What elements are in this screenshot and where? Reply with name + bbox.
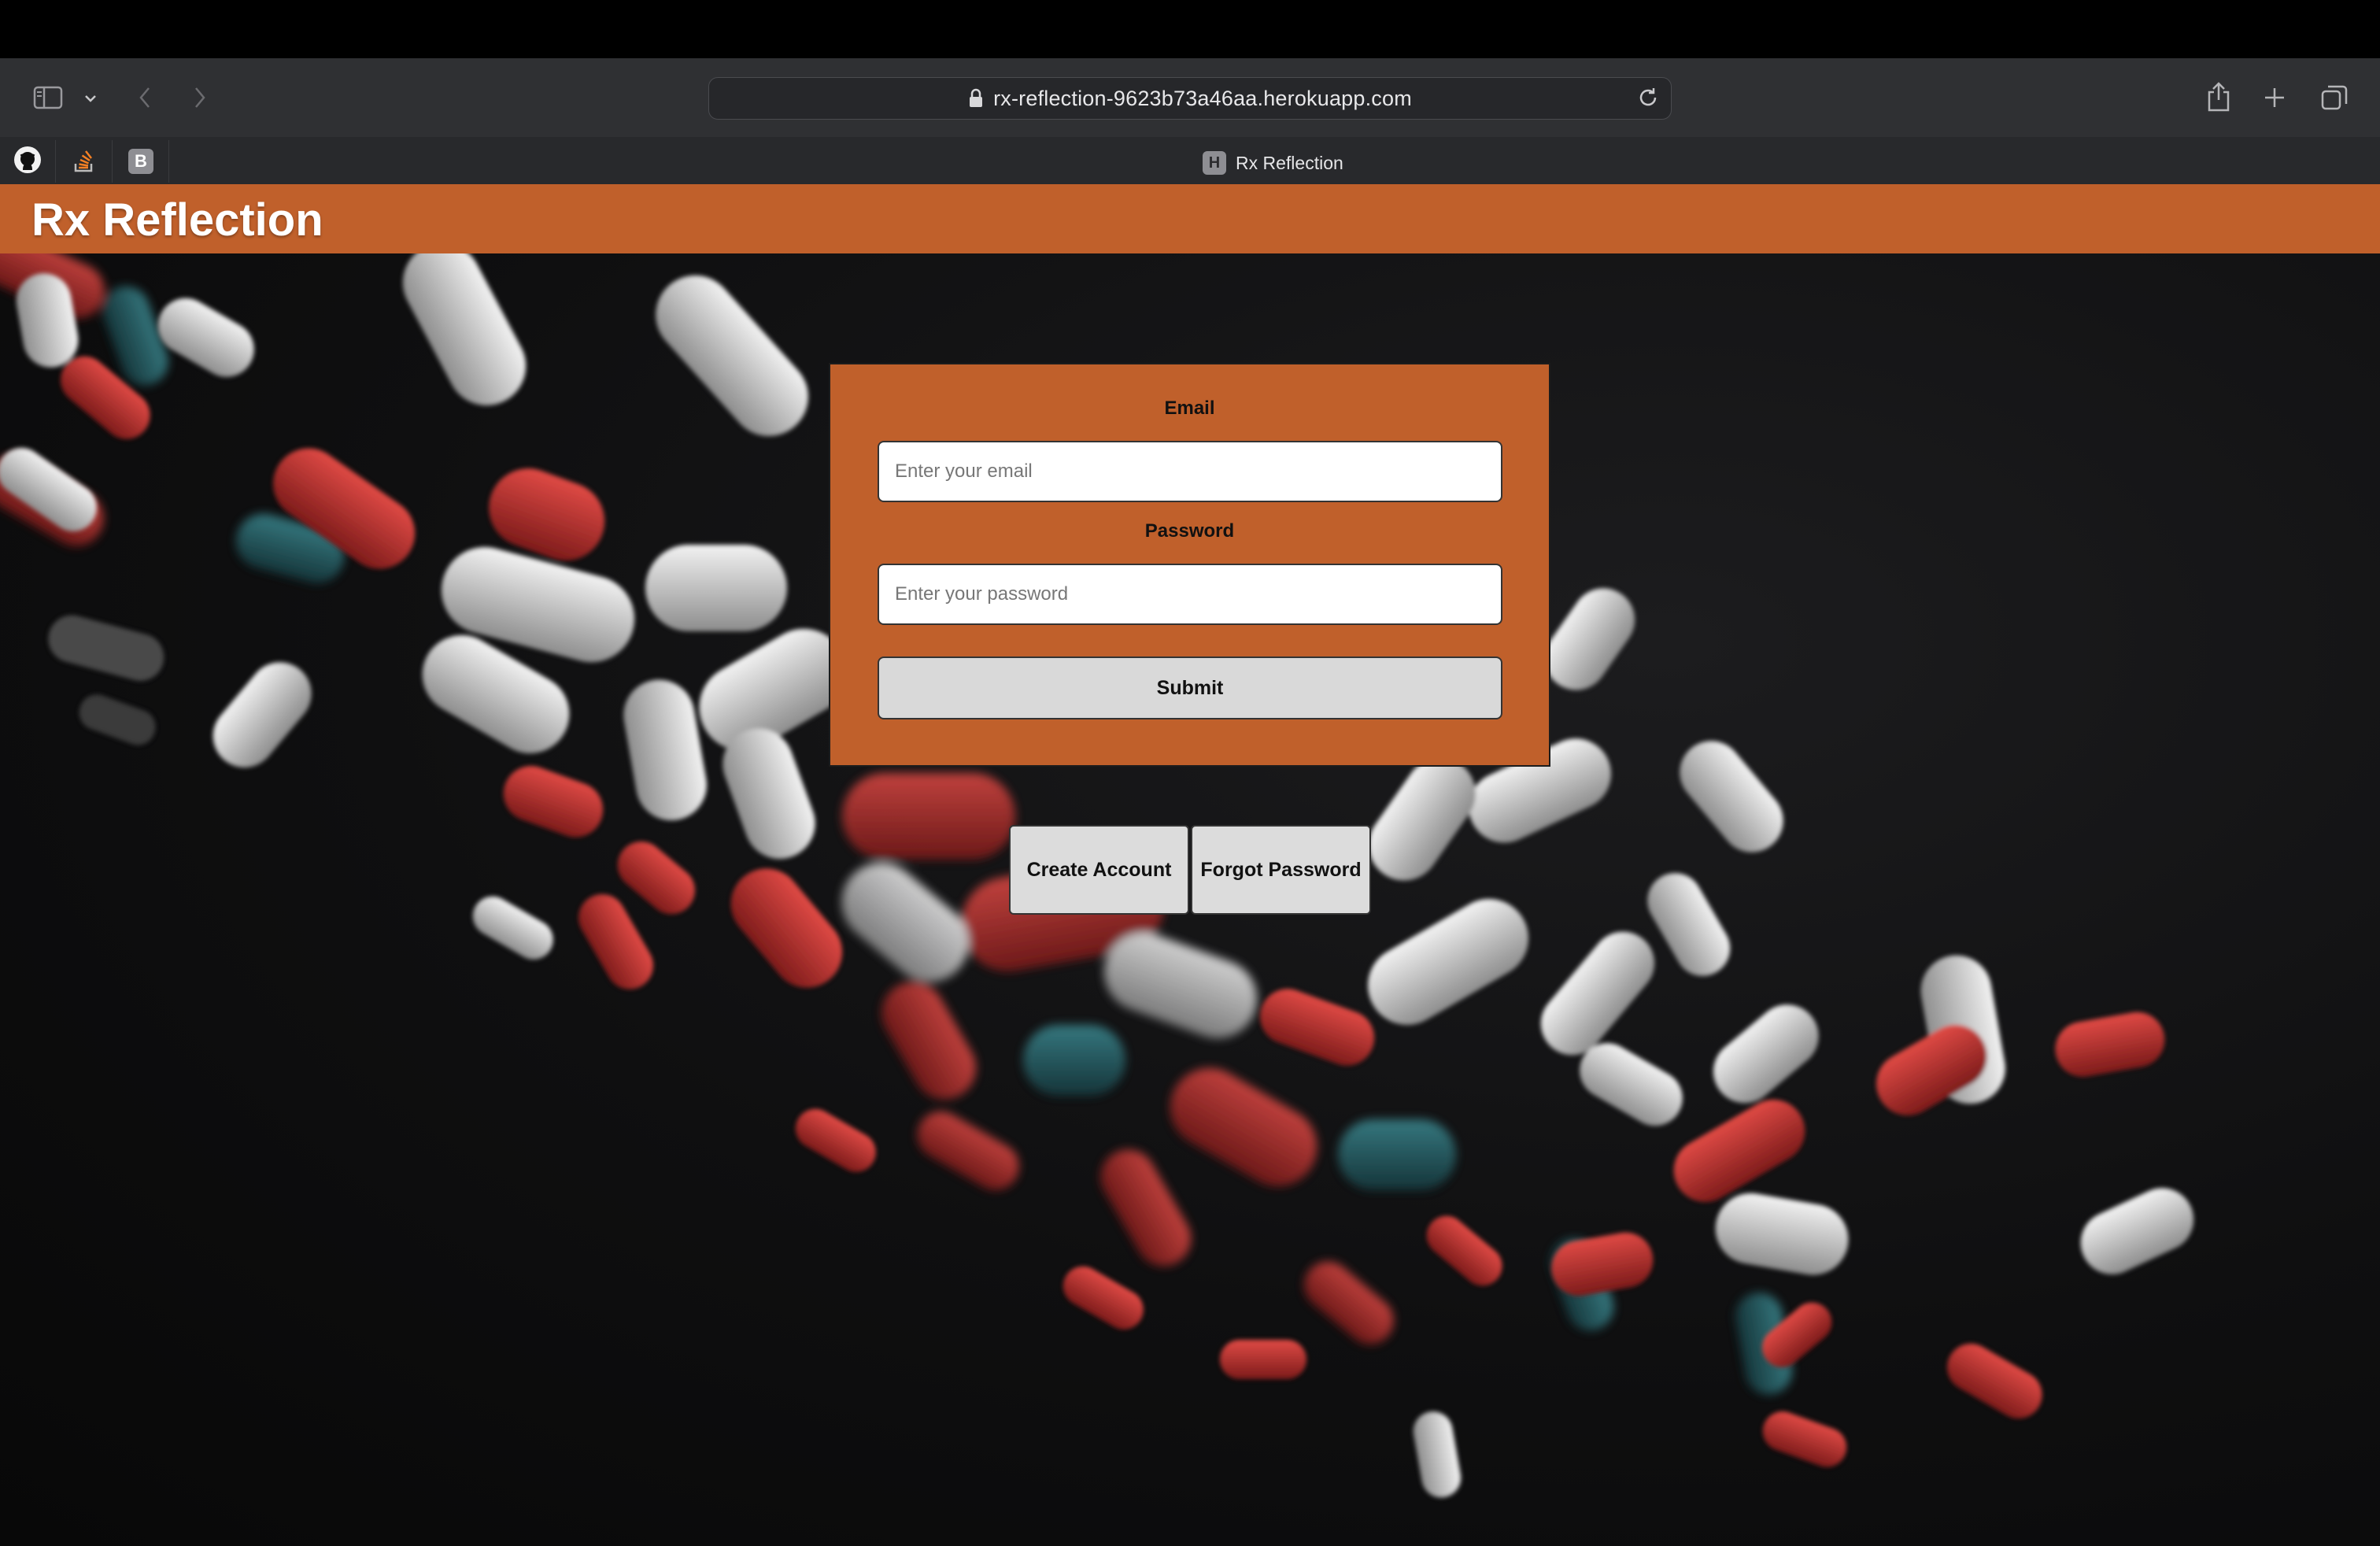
share-icon[interactable] (2202, 79, 2235, 115)
email-label: Email (1164, 398, 1215, 419)
tab-bar: B H Rx Reflection (0, 137, 2380, 184)
lock-icon (968, 88, 984, 109)
system-menu-bar (0, 0, 2380, 58)
create-account-button[interactable]: Create Account (1009, 825, 1189, 915)
address-bar[interactable]: rx-reflection-9623b73a46aa.herokuapp.com (708, 77, 1672, 120)
pinned-tab-stackoverflow[interactable] (57, 140, 113, 183)
tab-overview-icon[interactable] (2317, 80, 2352, 115)
pinned-tab-github[interactable] (0, 140, 56, 183)
github-icon (13, 146, 42, 178)
url-text: rx-reflection-9623b73a46aa.herokuapp.com (993, 86, 1412, 110)
login-form: Email Password Submit (829, 363, 1550, 767)
sidebar-toggle-icon[interactable] (28, 80, 68, 115)
pinned-tab-b[interactable]: B (113, 140, 169, 183)
stackoverflow-icon (72, 146, 96, 177)
back-icon[interactable] (131, 82, 159, 113)
tab-favicon-icon: H (1203, 151, 1226, 175)
password-field[interactable] (878, 564, 1502, 625)
b-favicon-icon: B (128, 149, 153, 174)
app-title: Rx Reflection (31, 194, 323, 246)
tab-title-text: Rx Reflection (1236, 152, 1343, 173)
chevron-down-icon[interactable] (77, 87, 104, 110)
password-label: Password (1144, 520, 1235, 542)
active-tab[interactable]: H Rx Reflection (1203, 150, 1343, 176)
reload-icon[interactable] (1636, 86, 1660, 115)
app-header: Rx Reflection (0, 184, 2380, 253)
new-tab-icon[interactable] (2259, 82, 2290, 113)
submit-button[interactable]: Submit (878, 656, 1502, 719)
forgot-password-button[interactable]: Forgot Password (1191, 825, 1371, 915)
email-field[interactable] (878, 441, 1502, 502)
forward-icon[interactable] (186, 82, 214, 113)
browser-toolbar: rx-reflection-9623b73a46aa.herokuapp.com (0, 58, 2380, 137)
